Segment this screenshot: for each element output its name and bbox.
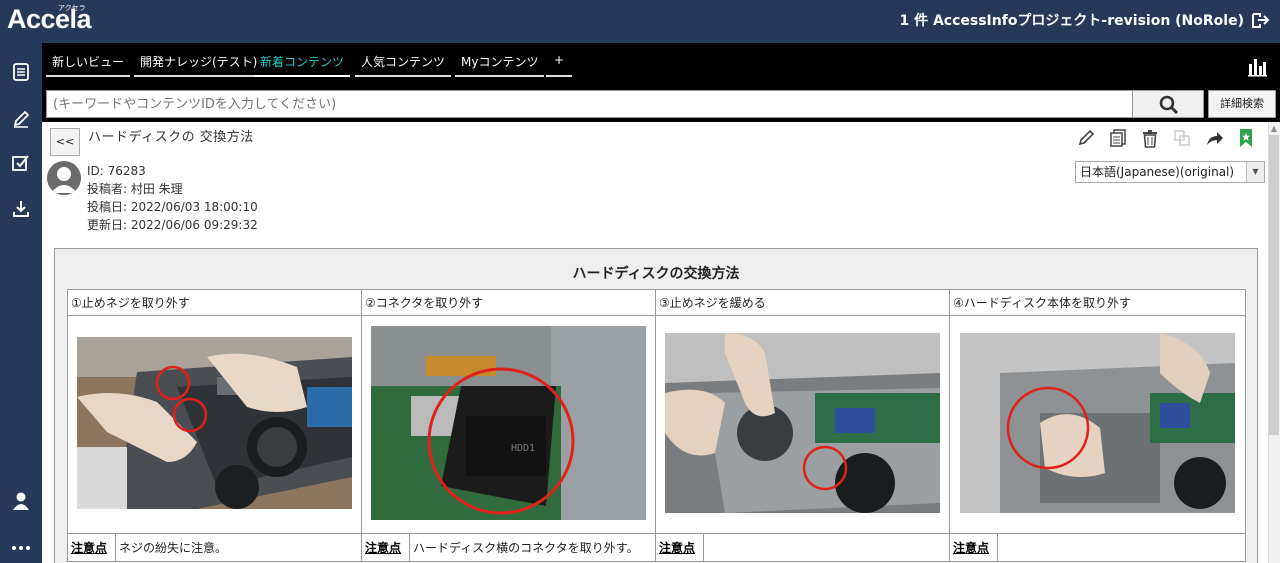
note-label[interactable]: 注意点 [659, 541, 695, 555]
steps-heading-row: ①止めネジを取り外す ②コネクタを取り外す ③止めネジを緩める ④ハードディスク… [66, 289, 1247, 316]
duplicate-icon[interactable] [1172, 128, 1192, 148]
tab-my-content[interactable]: Myコンテンツ [455, 53, 545, 77]
logo-kana: アクセラ [58, 4, 86, 12]
avatar-silhouette-icon [47, 161, 81, 195]
note-label[interactable]: 注意点 [365, 541, 401, 555]
content-area: << ハードディスクの 交換方法 ID: 76283 投稿者: 村田 朱理 投稿… [42, 122, 1268, 563]
step-3-heading: ③止めネジを緩める [655, 289, 951, 316]
language-select[interactable]: 日本語(Japanese)(original) ▼ [1075, 161, 1265, 183]
step-2-image-cell: HDD1 [361, 315, 657, 534]
article-updated-date: 更新日: 2022/06/06 09:29:32 [87, 218, 258, 232]
step-4-heading: ④ハードディスク本体を取り外す [949, 289, 1247, 316]
step-1-photo[interactable] [77, 337, 352, 509]
project-info-text: 1 件 AccessInfoプロジェクト-revision (NoRole) [899, 13, 1244, 29]
article-posted-date: 投稿日: 2022/06/03 18:00:10 [87, 200, 258, 214]
step-3-image-cell [655, 315, 951, 534]
user-icon[interactable] [11, 491, 31, 511]
notes-icon[interactable] [11, 62, 31, 82]
document-title: ハードディスクの交換方法 [572, 266, 740, 282]
document-panel: ハードディスクの交換方法 ①止めネジを取り外す ②コネクタを取り外す ③止めネジ… [54, 248, 1258, 563]
svg-text:HDD1: HDD1 [511, 443, 535, 454]
top-header: Accela アクセラ 1 件 AccessInfoプロジェクト-revisio… [0, 0, 1280, 43]
tab-new-content[interactable]: 新着コンテンツ [254, 53, 351, 77]
search-button[interactable] [1132, 90, 1204, 118]
step-2-heading: ②コネクタを取り外す [361, 289, 657, 316]
edit-icon[interactable] [1076, 128, 1096, 148]
scroll-up-icon[interactable]: ▲ [1270, 125, 1278, 133]
delete-icon[interactable] [1140, 128, 1160, 148]
search-input[interactable] [46, 90, 1136, 118]
tab-add[interactable]: + [546, 53, 573, 77]
step-4-photo[interactable] [960, 333, 1236, 513]
step-3-note [703, 533, 951, 562]
step-1-heading: ①止めネジを取り外す [66, 289, 363, 316]
step-1-image-cell [66, 315, 363, 534]
steps-note-row: 注意点 ネジの紛失に注意。 注意点 ハードディスク横のコネクタを取り外す。 注意… [67, 533, 1247, 562]
edit-icon[interactable] [11, 109, 31, 129]
checklist-icon[interactable] [11, 153, 31, 173]
article-title: ハードディスクの 交換方法 [88, 130, 254, 145]
step-4-note [997, 533, 1247, 562]
tab-popular-content[interactable]: 人気コンテンツ [355, 53, 452, 77]
step-4-note-label: 注意点 [949, 533, 999, 562]
scroll-thumb[interactable] [1269, 135, 1279, 435]
article-id: ID: 76283 [87, 164, 146, 178]
language-select-value: 日本語(Japanese)(original) [1080, 165, 1235, 179]
tab-new-view[interactable]: 新しいビュー [46, 53, 131, 77]
copy-icon[interactable] [1108, 128, 1128, 148]
download-icon[interactable] [11, 199, 31, 219]
steps-table: ①止めネジを取り外す ②コネクタを取り外す ③止めネジを緩める ④ハードディスク… [66, 289, 1247, 562]
step-2-note: ハードディスク横のコネクタを取り外す。 [409, 533, 657, 562]
avatar [47, 161, 81, 195]
bookmark-icon[interactable] [1236, 128, 1256, 148]
logout-icon[interactable] [1250, 10, 1270, 30]
vertical-scrollbar[interactable]: ▲ [1268, 122, 1280, 563]
advanced-search-button[interactable]: 詳細検索 [1208, 90, 1276, 118]
step-3-photo[interactable] [665, 333, 941, 513]
chevron-down-icon[interactable]: ▼ [1246, 162, 1264, 182]
step-3-note-label: 注意点 [655, 533, 705, 562]
tab-bar: 新しいビュー 開発ナレッジ(テスト) 新着コンテンツ 人気コンテンツ Myコンテ… [42, 43, 1280, 86]
steps-image-row: HDD1 [66, 315, 1247, 534]
statistics-icon[interactable] [1246, 56, 1268, 78]
tab-dev-knowledge[interactable]: 開発ナレッジ(テスト) [134, 53, 264, 77]
article-author: 投稿者: 村田 朱理 [87, 182, 183, 196]
step-4-image-cell [949, 315, 1247, 534]
share-icon[interactable] [1204, 128, 1224, 148]
search-icon [1159, 95, 1179, 115]
project-info: 1 件 AccessInfoプロジェクト-revision (NoRole) [899, 10, 1270, 30]
note-label[interactable]: 注意点 [71, 541, 107, 555]
more-icon[interactable] [11, 538, 31, 558]
note-label[interactable]: 注意点 [953, 541, 989, 555]
step-1-note: ネジの紛失に注意。 [114, 533, 363, 562]
step-2-note-label: 注意点 [361, 533, 411, 562]
step-2-photo[interactable]: HDD1 [371, 326, 647, 520]
article-actions [1076, 128, 1256, 148]
search-bar: 詳細検索 [42, 86, 1280, 122]
step-1-note-label: 注意点 [67, 533, 116, 562]
back-button[interactable]: << [50, 128, 80, 156]
left-nav [0, 43, 42, 563]
